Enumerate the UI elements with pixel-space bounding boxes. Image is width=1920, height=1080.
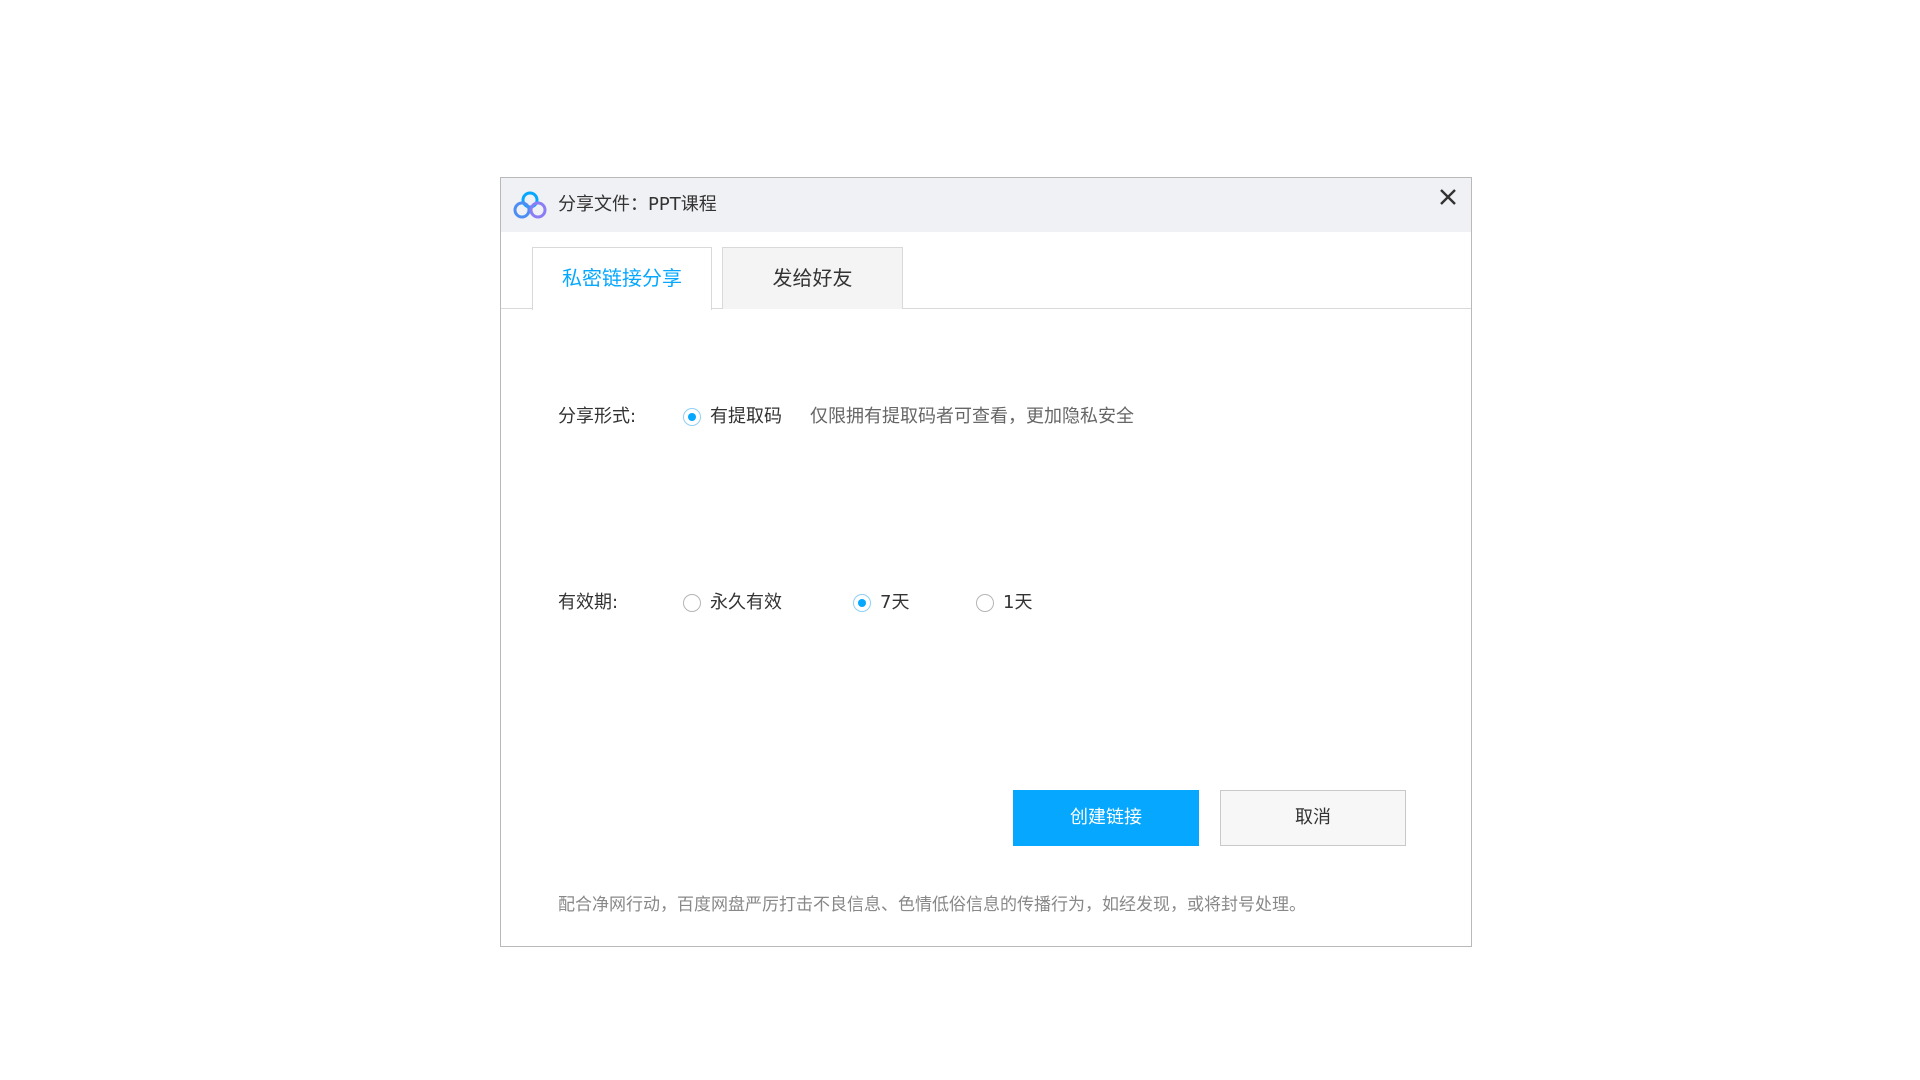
- create-link-button[interactable]: 创建链接: [1013, 790, 1199, 846]
- radio-1-day-label: 1天: [1003, 592, 1033, 613]
- cancel-button[interactable]: 取消: [1220, 790, 1406, 846]
- validity-label: 有效期:: [558, 592, 619, 613]
- tab-private-link[interactable]: 私密链接分享: [532, 247, 712, 310]
- close-icon[interactable]: [1433, 182, 1463, 212]
- radio-unchecked-icon: [683, 594, 701, 612]
- radio-checked-icon: [853, 594, 871, 612]
- baidu-netdisk-logo-icon: [513, 191, 547, 219]
- share-form-label: 分享形式:: [558, 406, 637, 427]
- radio-permanent-label: 永久有效: [710, 592, 782, 613]
- radio-unchecked-icon: [976, 594, 994, 612]
- share-tabs: 私密链接分享 发给好友: [501, 232, 1471, 310]
- policy-notice: 配合净网行动，百度网盘严厉打击不良信息、色情低俗信息的传播行为，如经发现，或将封…: [558, 895, 1306, 915]
- radio-with-code-label: 有提取码: [710, 406, 782, 427]
- validity-row: 有效期: 永久有效 7天 1天: [558, 588, 1258, 618]
- dialog-title: 分享文件：PPT课程: [558, 194, 717, 215]
- radio-checked-icon: [683, 408, 701, 426]
- share-form-hint: 仅限拥有提取码者可查看，更加隐私安全: [810, 406, 1134, 427]
- share-form-row: 分享形式: 有提取码 仅限拥有提取码者可查看，更加隐私安全: [558, 402, 1258, 432]
- tab-send-to-friend[interactable]: 发给好友: [722, 247, 903, 309]
- dialog-titlebar: 分享文件：PPT课程: [501, 178, 1471, 232]
- radio-7-days-label: 7天: [880, 592, 910, 613]
- share-dialog: 分享文件：PPT课程 私密链接分享 发给好友 分享形式: 有提取码 仅限拥有提取…: [500, 177, 1472, 947]
